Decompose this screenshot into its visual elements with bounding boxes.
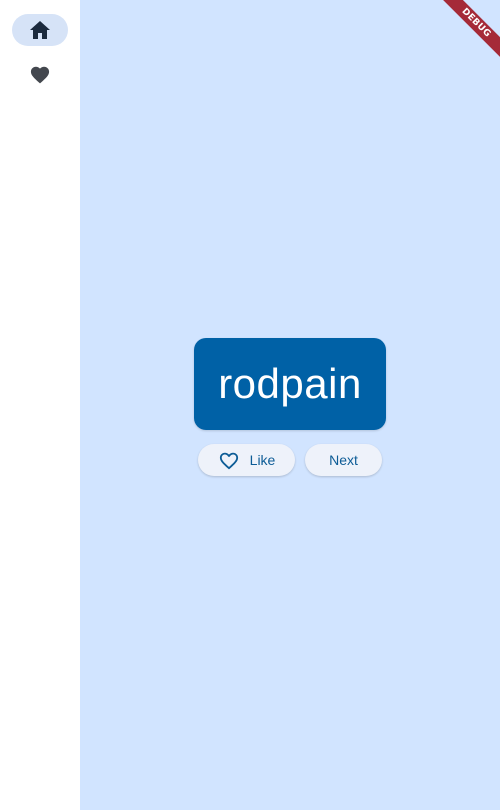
nav-favorites-button[interactable] (12, 58, 68, 90)
heart-icon (29, 64, 51, 84)
nav-home-button[interactable] (12, 14, 68, 46)
next-button-label: Next (329, 452, 358, 468)
navigation-rail (0, 0, 80, 810)
app-window: rodpain Like Next DEBUG (0, 0, 500, 810)
word-pair-text: rodpain (218, 360, 362, 407)
like-button[interactable]: Like (198, 444, 295, 476)
word-pair-card: rodpain (194, 338, 386, 430)
next-button[interactable]: Next (305, 444, 382, 476)
home-icon (30, 21, 50, 39)
like-button-label: Like (249, 452, 276, 468)
main-content: rodpain Like Next DEBUG (80, 0, 500, 810)
debug-banner: DEBUG (430, 0, 500, 70)
debug-banner-label: DEBUG (435, 0, 500, 64)
heart-outline-icon (218, 450, 240, 470)
generator-page: rodpain Like Next (80, 338, 500, 476)
action-buttons: Like Next (198, 444, 382, 476)
